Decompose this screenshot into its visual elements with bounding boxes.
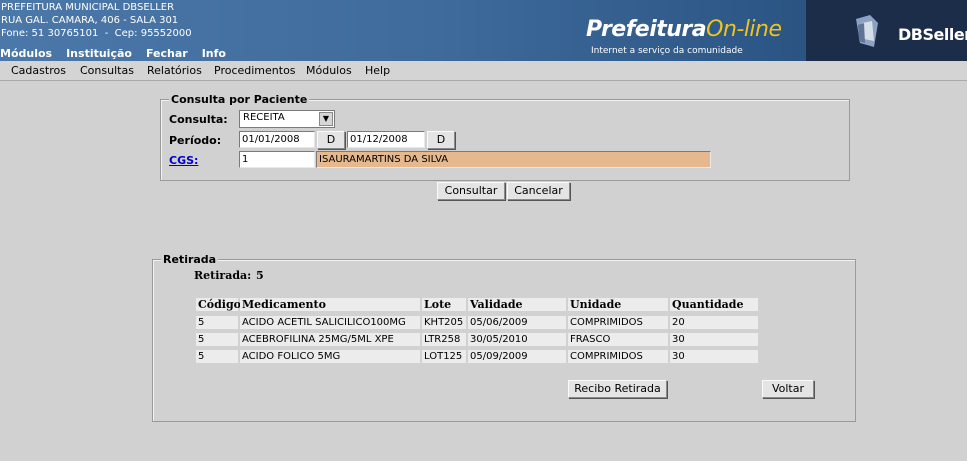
cell-codigo: 5 <box>196 333 238 346</box>
consulta-legend: Consulta por Paciente <box>169 93 310 106</box>
consulta-label: Consulta: <box>169 113 228 126</box>
data-fim-picker-button[interactable]: D <box>427 131 455 149</box>
dbseller-logo-icon <box>856 15 878 47</box>
logo-tagline: Internet a serviço da comunidade <box>591 46 743 56</box>
col-unidade-header: Unidade <box>568 298 668 311</box>
cell-medicamento: ACIDO FOLICO 5MG <box>240 350 420 363</box>
cell-unidade: FRASCO <box>568 333 668 346</box>
data-inicio-input[interactable]: 01/01/2008 <box>239 131 315 148</box>
cell-lote: KHT205 <box>422 316 466 329</box>
chevron-down-icon[interactable]: ▼ <box>319 112 333 126</box>
top-menu: Módulos Instituição Fechar Info <box>0 47 240 60</box>
consulta-select-value: RECEITA <box>243 112 285 123</box>
paciente-nome-field: ISAURAMARTINS DA SILVA <box>316 151 711 168</box>
cell-quantidade: 30 <box>670 333 758 346</box>
cell-quantidade: 30 <box>670 350 758 363</box>
cell-medicamento: ACIDO ACETIL SALICILICO100MG <box>240 316 420 329</box>
cell-quantidade: 20 <box>670 316 758 329</box>
col-validade-header: Validade <box>468 298 566 311</box>
cgs-input[interactable]: 1 <box>239 151 315 168</box>
cell-validade: 30/05/2010 <box>468 333 566 346</box>
col-medicamento-header: Medicamento <box>240 298 420 311</box>
org-name: PREFEITURA MUNICIPAL DBSELLER <box>1 2 175 13</box>
logo-online-text: On-line <box>706 17 782 42</box>
top-menu-info[interactable]: Info <box>202 47 226 60</box>
col-codigo-header: Código <box>196 298 241 311</box>
cell-lote: LTR258 <box>422 333 466 346</box>
retirada-count-label: Retirada: <box>194 269 252 282</box>
retirada-legend: Retirada <box>161 253 219 266</box>
menu-procedimentos[interactable]: Procedimentos <box>214 64 296 77</box>
cell-medicamento: ACEBROFILINA 25MG/5ML XPE <box>240 333 420 346</box>
voltar-button[interactable]: Voltar <box>762 380 814 398</box>
cell-codigo: 5 <box>196 316 238 329</box>
cgs-link[interactable]: CGS: <box>169 154 198 167</box>
recibo-retirada-button[interactable]: Recibo Retirada <box>568 380 667 398</box>
top-menu-fechar[interactable]: Fechar <box>146 47 188 60</box>
menu-relatorios[interactable]: Relatórios <box>147 64 202 77</box>
org-address: RUA GAL. CAMARA, 406 - SALA 301 <box>1 15 179 26</box>
cell-validade: 05/06/2009 <box>468 316 566 329</box>
consultar-button[interactable]: Consultar <box>437 182 505 200</box>
menu-help[interactable]: Help <box>365 64 390 77</box>
menubar: Cadastros Consultas Relatórios Procedime… <box>0 61 967 81</box>
dbseller-brand: DBSeller <box>806 0 967 61</box>
top-menu-instituicao[interactable]: Instituição <box>66 47 132 60</box>
periodo-label: Período: <box>169 134 222 147</box>
logo-main-text: Prefeitura <box>586 17 707 42</box>
dbseller-brand-name: DBSeller <box>898 25 967 44</box>
top-menu-modulos[interactable]: Módulos <box>0 47 52 60</box>
cancelar-button[interactable]: Cancelar <box>507 182 570 200</box>
menu-modulos[interactable]: Módulos <box>306 64 352 77</box>
col-quantidade-header: Quantidade <box>670 298 758 311</box>
retirada-count-value: 5 <box>256 269 264 282</box>
menu-consultas[interactable]: Consultas <box>80 64 134 77</box>
prefeitura-online-logo: PrefeituraOn-line <box>586 17 782 42</box>
cell-unidade: COMPRIMIDOS <box>568 316 668 329</box>
app-header: PREFEITURA MUNICIPAL DBSELLER RUA GAL. C… <box>0 0 967 61</box>
cell-unidade: COMPRIMIDOS <box>568 350 668 363</box>
menu-cadastros[interactable]: Cadastros <box>11 64 66 77</box>
org-phone: Fone: 51 30765101 - Cep: 95552000 <box>1 28 192 39</box>
cell-lote: LOT125 <box>422 350 466 363</box>
consulta-select[interactable]: RECEITA ▼ <box>239 110 335 128</box>
cell-validade: 05/09/2009 <box>468 350 566 363</box>
data-inicio-picker-button[interactable]: D <box>317 131 345 149</box>
org-info: PREFEITURA MUNICIPAL DBSELLER RUA GAL. C… <box>1 1 192 40</box>
data-fim-input[interactable]: 01/12/2008 <box>347 131 425 148</box>
cell-codigo: 5 <box>196 350 238 363</box>
col-lote-header: Lote <box>422 298 466 311</box>
